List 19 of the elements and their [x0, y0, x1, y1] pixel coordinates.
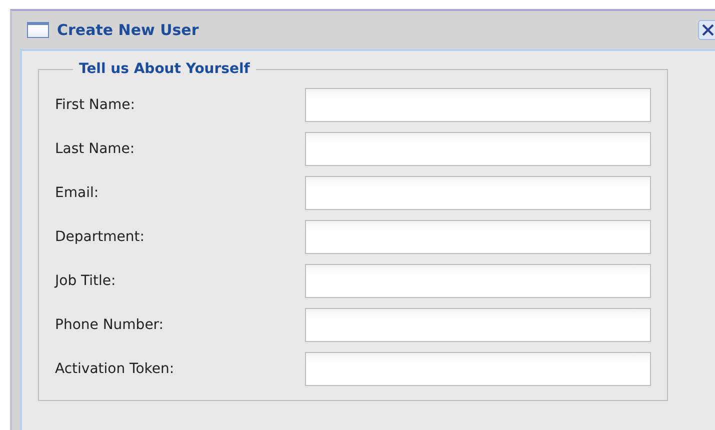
input-field[interactable] — [305, 132, 651, 166]
field-label: Phone Number: — [55, 317, 165, 333]
field-label: Department: — [55, 229, 146, 245]
input-field[interactable] — [305, 264, 651, 298]
window-icon — [27, 22, 49, 38]
field-label: Activation Token: — [55, 361, 176, 377]
field-label: First Name: — [55, 97, 136, 113]
field-label: Email: — [55, 185, 100, 201]
input-field[interactable] — [305, 352, 651, 386]
close-icon — [702, 24, 714, 36]
input-field[interactable] — [305, 220, 651, 254]
input-field[interactable] — [305, 176, 651, 210]
field-label: Last Name: — [55, 141, 136, 157]
input-field[interactable] — [305, 308, 651, 342]
input-field[interactable] — [305, 88, 651, 122]
window-title: Create New User — [57, 21, 200, 39]
close-button[interactable] — [698, 20, 715, 40]
group-legend: Tell us About Yourself — [73, 61, 256, 77]
field-label: Job Title: — [55, 273, 117, 289]
